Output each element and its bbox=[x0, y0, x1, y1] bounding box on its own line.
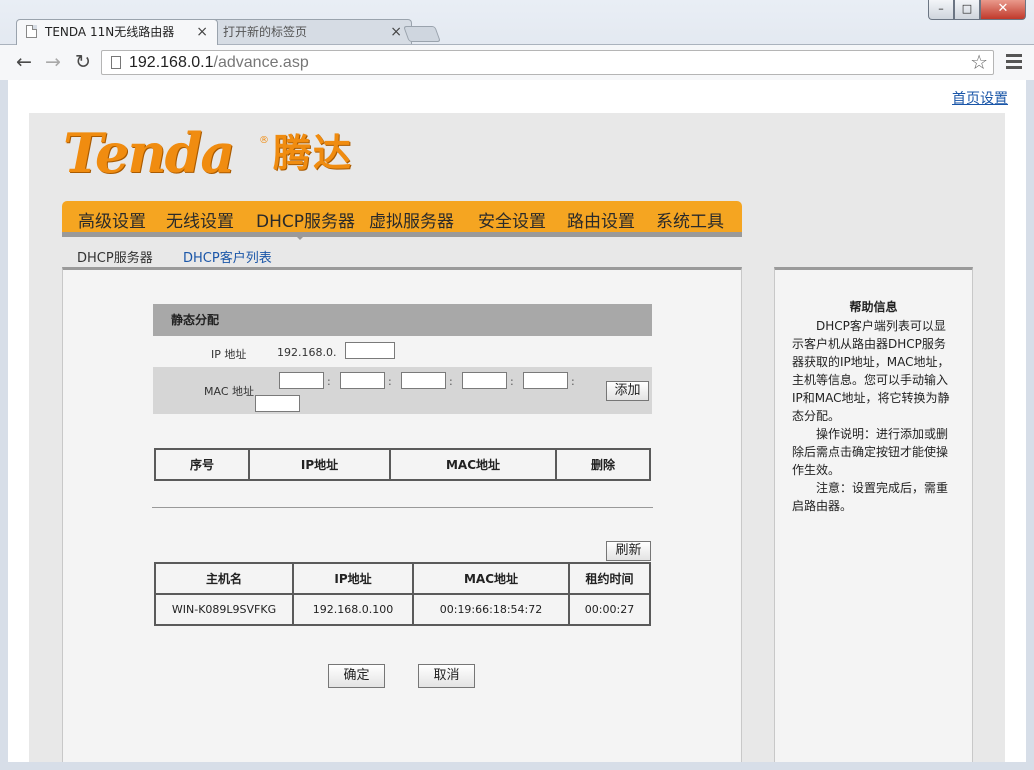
cell-lease-time: 00:00:27 bbox=[568, 593, 651, 626]
col-header-lease-time: 租约时间 bbox=[568, 562, 651, 595]
mac-address-row: MAC 地址 : : : : : 添加 bbox=[153, 367, 652, 414]
reload-icon[interactable]: ↻ bbox=[71, 50, 95, 74]
window-controls: – □ ✕ bbox=[928, 0, 1026, 20]
active-nav-pointer bbox=[292, 232, 308, 240]
url-path: /advance.asp bbox=[213, 54, 309, 71]
mac-separator: : bbox=[327, 375, 331, 388]
browser-chrome: TENDA 11N无线路由器 × 打开新的标签页 × – □ ✕ ← → ↻ 1… bbox=[0, 0, 1034, 80]
back-arrow-icon[interactable]: ← bbox=[12, 50, 36, 74]
mac-separator: : bbox=[510, 375, 514, 388]
home-settings-link[interactable]: 首页设置 bbox=[952, 88, 1008, 108]
tab-title: TENDA 11N无线路由器 bbox=[45, 25, 175, 39]
page-icon bbox=[111, 56, 121, 69]
help-paragraph: 注意：设置完成后，需重启路由器。 bbox=[792, 481, 949, 513]
bookmark-star-icon[interactable]: ☆ bbox=[970, 51, 988, 73]
mac-byte5-input[interactable] bbox=[523, 372, 568, 389]
cell-ip: 192.168.0.100 bbox=[292, 593, 414, 626]
ip-address-row: IP 地址 192.168.0. bbox=[153, 338, 652, 366]
mac-separator: : bbox=[449, 375, 453, 388]
tab-title: 打开新的标签页 bbox=[223, 25, 308, 39]
ip-label: IP 地址 bbox=[211, 348, 247, 361]
mac-byte4-input[interactable] bbox=[462, 372, 507, 389]
col-header-ip: IP地址 bbox=[292, 562, 414, 595]
nav-wireless[interactable]: 无线设置 bbox=[166, 207, 234, 232]
nav-system-tools[interactable]: 系统工具 bbox=[656, 207, 724, 232]
nav-security[interactable]: 安全设置 bbox=[478, 207, 546, 232]
new-tab-button[interactable] bbox=[403, 26, 441, 42]
col-header-delete: 删除 bbox=[555, 448, 651, 481]
main-navigation: 高级设置 无线设置 DHCP服务器 虚拟服务器 安全设置 路由设置 系统工具 bbox=[62, 201, 742, 240]
url-text[interactable]: 192.168.0.1/advance.asp bbox=[129, 52, 309, 74]
close-window-button[interactable]: ✕ bbox=[980, 0, 1026, 20]
url-host: 192.168.0.1 bbox=[129, 54, 214, 71]
ok-button[interactable]: 确定 bbox=[328, 664, 385, 688]
nav-dhcp-server[interactable]: DHCP服务器 bbox=[256, 207, 355, 232]
mac-byte2-input[interactable] bbox=[340, 372, 385, 389]
refresh-button[interactable]: 刷新 bbox=[606, 541, 651, 561]
main-content-panel: 静态分配 IP 地址 192.168.0. MAC 地址 : : : : : 添… bbox=[62, 267, 742, 762]
mac-byte6-input[interactable] bbox=[255, 395, 300, 412]
close-tab-icon[interactable]: × bbox=[390, 20, 402, 44]
logo-chinese: 腾达 bbox=[273, 131, 354, 175]
col-header-index: 序号 bbox=[154, 448, 250, 481]
col-header-mac: MAC地址 bbox=[412, 562, 570, 595]
ip-prefix: 192.168.0. bbox=[277, 346, 337, 359]
add-button[interactable]: 添加 bbox=[606, 381, 649, 401]
mac-byte3-input[interactable] bbox=[401, 372, 446, 389]
tab-new[interactable]: 打开新的标签页 × bbox=[210, 19, 412, 45]
help-paragraph: DHCP客户端列表可以显示客户机从路由器DHCP服务器获取的IP地址，MAC地址… bbox=[792, 319, 950, 423]
col-header-mac: MAC地址 bbox=[389, 448, 557, 481]
mac-separator: : bbox=[388, 375, 392, 388]
minimize-button[interactable]: – bbox=[928, 0, 954, 20]
tab-strip: TENDA 11N无线路由器 × 打开新的标签页 × – □ ✕ bbox=[0, 0, 1034, 45]
ip-last-octet-input[interactable] bbox=[345, 342, 395, 359]
nav-advanced[interactable]: 高级设置 bbox=[78, 207, 146, 232]
router-admin-page: Tenda ® 腾达 高级设置 无线设置 DHCP服务器 虚拟服务器 安全设置 … bbox=[29, 113, 1005, 762]
mac-label: MAC 地址 bbox=[204, 385, 254, 398]
mac-separator: : bbox=[571, 375, 575, 388]
col-header-ip: IP地址 bbox=[248, 448, 391, 481]
mac-byte1-input[interactable] bbox=[279, 372, 324, 389]
table-row: WIN-K089L9SVFKG 192.168.0.100 00:19:66:1… bbox=[154, 593, 651, 626]
page-viewport: 首页设置 Tenda ® 腾达 高级设置 无线设置 DHCP服务器 虚拟服务器 … bbox=[8, 80, 1026, 762]
dhcp-client-table: 主机名 IP地址 MAC地址 租约时间 WIN-K089L9SVFKG 192.… bbox=[154, 562, 651, 626]
page-icon bbox=[26, 25, 37, 38]
logo-registered-mark: ® bbox=[259, 135, 269, 146]
nav-virtual-server[interactable]: 虚拟服务器 bbox=[369, 207, 454, 232]
browser-toolbar: ← → ↻ 192.168.0.1/advance.asp ☆ bbox=[0, 44, 1034, 80]
address-bar[interactable]: 192.168.0.1/advance.asp ☆ bbox=[101, 50, 994, 75]
help-paragraph: 操作说明：进行添加或删除后需点击确定按钮才能使操作生效。 bbox=[792, 427, 949, 477]
close-tab-icon[interactable]: × bbox=[196, 20, 208, 44]
static-list-table: 序号 IP地址 MAC地址 删除 bbox=[154, 448, 651, 481]
hamburger-menu-icon[interactable] bbox=[1006, 51, 1022, 73]
cancel-button[interactable]: 取消 bbox=[418, 664, 475, 688]
static-allocation-header: 静态分配 bbox=[153, 304, 652, 336]
cell-mac: 00:19:66:18:54:72 bbox=[412, 593, 570, 626]
logo-wordmark: Tenda bbox=[63, 121, 235, 185]
tab-tenda[interactable]: TENDA 11N无线路由器 × bbox=[16, 19, 218, 45]
forward-arrow-icon[interactable]: → bbox=[41, 50, 65, 74]
help-panel: 帮助信息 DHCP客户端列表可以显示客户机从路由器DHCP服务器获取的IP地址，… bbox=[774, 267, 973, 762]
subnav-dhcp-server[interactable]: DHCP服务器 bbox=[77, 247, 153, 266]
help-body: DHCP客户端列表可以显示客户机从路由器DHCP服务器获取的IP地址，MAC地址… bbox=[792, 317, 956, 515]
cell-hostname: WIN-K089L9SVFKG bbox=[154, 593, 294, 626]
help-title: 帮助信息 bbox=[849, 300, 898, 314]
section-divider bbox=[152, 507, 653, 508]
col-header-hostname: 主机名 bbox=[154, 562, 294, 595]
maximize-button[interactable]: □ bbox=[954, 0, 980, 20]
subnav-dhcp-client-list[interactable]: DHCP客户列表 bbox=[183, 247, 272, 266]
nav-routing[interactable]: 路由设置 bbox=[567, 207, 635, 232]
